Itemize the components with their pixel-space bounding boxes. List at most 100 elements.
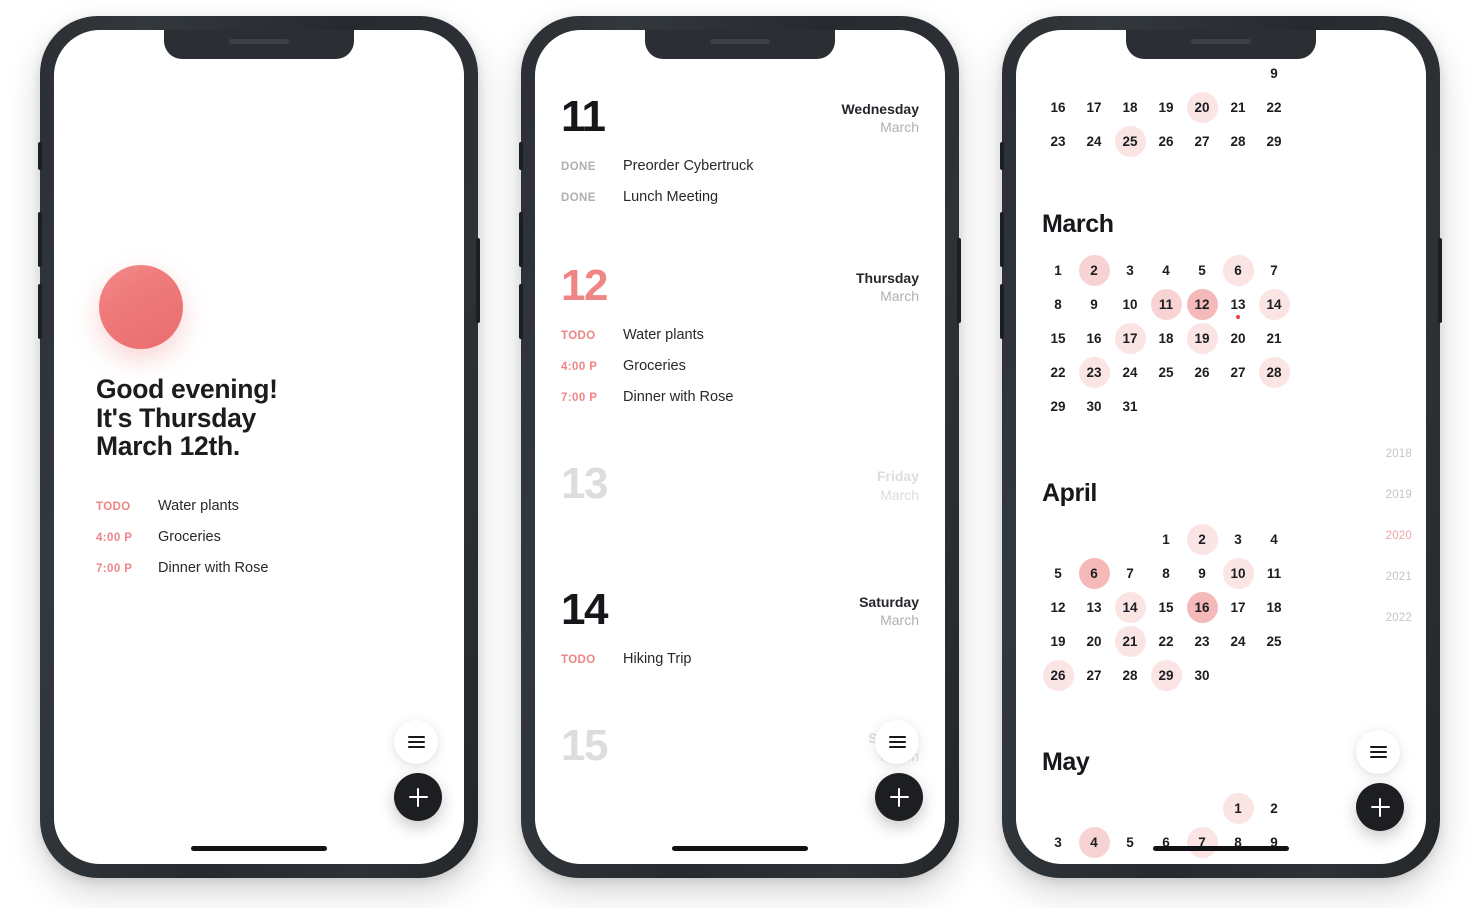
calendar-day-cell[interactable]: 18 xyxy=(1148,321,1184,355)
calendar-day-cell[interactable]: 8 xyxy=(1220,825,1256,859)
calendar-day-cell[interactable]: 22 xyxy=(1040,355,1076,389)
power-button[interactable] xyxy=(1438,238,1442,323)
volume-down-button[interactable] xyxy=(38,284,42,339)
calendar-day-cell[interactable]: 5 xyxy=(1040,556,1076,590)
calendar-day-cell[interactable]: 28 xyxy=(1112,658,1148,692)
mute-switch-button[interactable] xyxy=(38,142,42,170)
calendar-day-cell[interactable]: 9 xyxy=(1076,287,1112,321)
year-rail-item[interactable]: 2021 xyxy=(1368,571,1412,583)
calendar-day-cell[interactable]: 23 xyxy=(1184,624,1220,658)
calendar-day-cell[interactable]: 27 xyxy=(1220,355,1256,389)
calendar-day-cell[interactable]: 11 xyxy=(1256,556,1292,590)
calendar-day-cell[interactable]: 29 xyxy=(1148,658,1184,692)
year-rail-item[interactable]: 2018 xyxy=(1368,448,1412,460)
calendar-day-cell[interactable]: 2 xyxy=(1256,791,1292,825)
calendar-day-cell[interactable]: 1 xyxy=(1220,791,1256,825)
calendar-day-cell[interactable]: 27 xyxy=(1184,124,1220,158)
calendar-day-cell[interactable]: 11 xyxy=(1148,287,1184,321)
calendar-day-cell[interactable]: 29 xyxy=(1256,124,1292,158)
calendar-day-cell[interactable]: 1 xyxy=(1040,253,1076,287)
calendar-day-cell[interactable]: 24 xyxy=(1076,124,1112,158)
calendar-day-cell[interactable]: 8 xyxy=(1040,287,1076,321)
calendar-day-cell[interactable]: 3 xyxy=(1112,253,1148,287)
calendar-day-cell[interactable]: 26 xyxy=(1148,124,1184,158)
calendar-day-cell[interactable]: 21 xyxy=(1256,321,1292,355)
calendar-day-cell[interactable]: 4 xyxy=(1076,825,1112,859)
calendar-day-cell[interactable]: 2 xyxy=(1184,522,1220,556)
calendar-day-cell[interactable]: 16 xyxy=(1040,90,1076,124)
calendar-day-cell[interactable]: 6 xyxy=(1076,556,1112,590)
list-item[interactable]: TODO Hiking Trip xyxy=(561,651,919,667)
calendar-day-cell[interactable]: 17 xyxy=(1220,590,1256,624)
agenda-day-block[interactable]: 12 Thursday March TODO Water plants 4:00… xyxy=(561,264,919,406)
calendar-day-cell[interactable]: 7 xyxy=(1256,253,1292,287)
calendar-day-cell[interactable]: 17 xyxy=(1076,90,1112,124)
calendar-day-cell[interactable]: 1 xyxy=(1148,522,1184,556)
calendar-day-cell[interactable]: 20 xyxy=(1184,90,1220,124)
agenda-day-block[interactable]: 11 Wednesday March DONE Preorder Cybertr… xyxy=(561,94,919,205)
calendar-day-cell[interactable]: 22 xyxy=(1256,90,1292,124)
year-rail[interactable]: 2018 2019 2020 2021 2022 xyxy=(1368,448,1412,653)
volume-down-button[interactable] xyxy=(1000,284,1004,339)
calendar-day-cell[interactable]: 28 xyxy=(1220,124,1256,158)
calendar-day-cell[interactable]: 13 xyxy=(1076,590,1112,624)
list-item[interactable]: DONE Lunch Meeting xyxy=(561,189,919,205)
volume-up-button[interactable] xyxy=(38,212,42,267)
list-item[interactable]: 4:00 P Groceries xyxy=(561,358,919,374)
list-item[interactable]: DONE Preorder Cybertruck xyxy=(561,158,919,174)
calendar-day-cell[interactable]: 17 xyxy=(1112,321,1148,355)
calendar-day-cell[interactable]: 30 xyxy=(1184,658,1220,692)
calendar-day-cell[interactable]: 23 xyxy=(1076,355,1112,389)
calendar-day-cell[interactable]: 20 xyxy=(1220,321,1256,355)
agenda-day-block[interactable]: 13 Friday March xyxy=(561,462,919,506)
year-rail-item[interactable]: 2019 xyxy=(1368,489,1412,501)
menu-fab-button[interactable] xyxy=(1356,730,1400,774)
calendar-day-cell[interactable]: 9 xyxy=(1256,825,1292,859)
calendar-day-cell[interactable]: 6 xyxy=(1220,253,1256,287)
list-item[interactable]: 7:00 P Dinner with Rose xyxy=(561,389,919,405)
calendar-day-cell[interactable]: 15 xyxy=(1040,321,1076,355)
list-item[interactable]: 7:00 P Dinner with Rose xyxy=(96,560,386,576)
calendar-day-cell[interactable]: 24 xyxy=(1112,355,1148,389)
calendar-day-cell[interactable]: 25 xyxy=(1148,355,1184,389)
calendar-day-cell[interactable]: 28 xyxy=(1256,355,1292,389)
menu-fab-button[interactable] xyxy=(394,720,438,764)
calendar-day-cell[interactable]: 3 xyxy=(1220,522,1256,556)
avatar[interactable] xyxy=(99,265,183,349)
calendar-day-cell[interactable]: 19 xyxy=(1184,321,1220,355)
list-item[interactable]: 4:00 P Groceries xyxy=(96,529,386,545)
calendar-day-cell[interactable]: 21 xyxy=(1112,624,1148,658)
calendar-day-cell[interactable]: 14 xyxy=(1256,287,1292,321)
calendar-day-cell[interactable]: 5 xyxy=(1112,825,1148,859)
calendar-day-cell[interactable]: 2 xyxy=(1076,253,1112,287)
calendar-day-cell[interactable]: 16 xyxy=(1184,590,1220,624)
calendar-day-cell[interactable]: 15 xyxy=(1148,590,1184,624)
calendar-day-cell[interactable]: 23 xyxy=(1040,124,1076,158)
calendar-day-cell[interactable]: 6 xyxy=(1148,825,1184,859)
calendar-day-cell[interactable]: 16 xyxy=(1076,321,1112,355)
mute-switch-button[interactable] xyxy=(519,142,523,170)
calendar-day-cell[interactable]: 14 xyxy=(1112,590,1148,624)
year-rail-item[interactable]: 2022 xyxy=(1368,612,1412,624)
volume-down-button[interactable] xyxy=(519,284,523,339)
calendar-day-cell[interactable]: 19 xyxy=(1148,90,1184,124)
calendar-day-cell[interactable]: 5 xyxy=(1184,253,1220,287)
calendar-day-cell[interactable]: 8 xyxy=(1148,556,1184,590)
calendar-day-cell[interactable]: 22 xyxy=(1148,624,1184,658)
calendar-day-cell[interactable]: 12 xyxy=(1184,287,1220,321)
calendar-day-cell[interactable]: 12 xyxy=(1040,590,1076,624)
power-button[interactable] xyxy=(957,238,961,323)
calendar-day-cell[interactable]: 20 xyxy=(1076,624,1112,658)
calendar-day-cell[interactable]: 13 xyxy=(1220,287,1256,321)
volume-up-button[interactable] xyxy=(1000,212,1004,267)
mute-switch-button[interactable] xyxy=(1000,142,1004,170)
calendar-day-cell[interactable]: 9 xyxy=(1256,56,1292,90)
calendar-day-cell[interactable]: 7 xyxy=(1184,825,1220,859)
calendar-day-cell[interactable]: 18 xyxy=(1112,90,1148,124)
calendar-day-cell[interactable]: 10 xyxy=(1220,556,1256,590)
calendar-day-cell[interactable]: 27 xyxy=(1076,658,1112,692)
menu-fab-button[interactable] xyxy=(875,720,919,764)
calendar-day-cell[interactable]: 25 xyxy=(1256,624,1292,658)
volume-up-button[interactable] xyxy=(519,212,523,267)
calendar-day-cell[interactable]: 26 xyxy=(1184,355,1220,389)
